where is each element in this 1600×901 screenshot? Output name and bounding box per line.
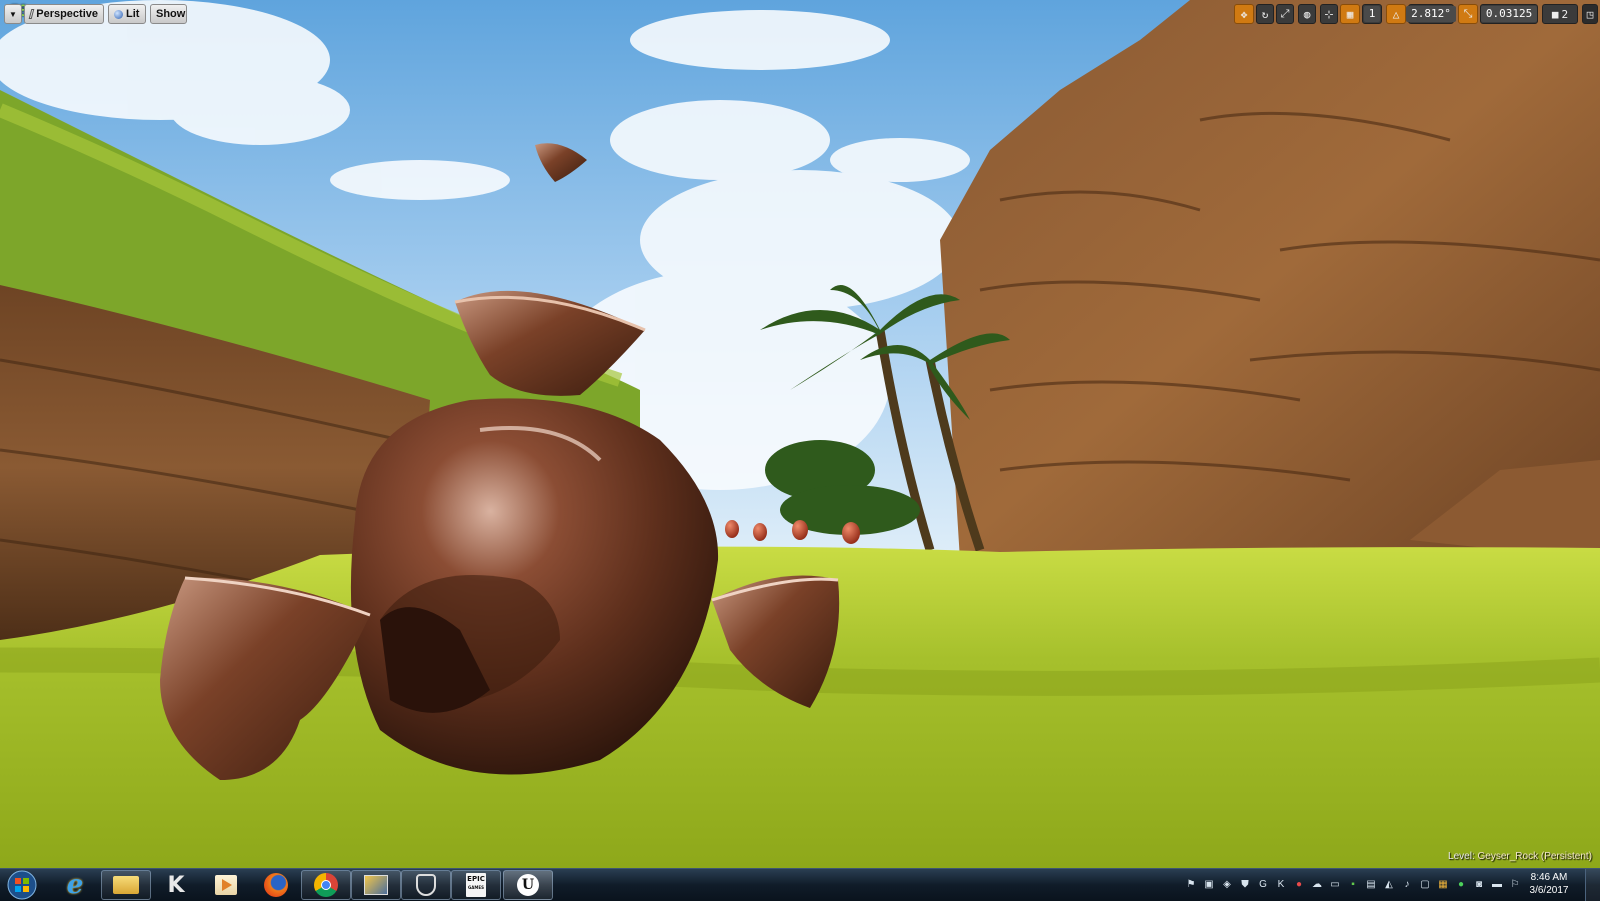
clock-time: 8:46 AM — [1530, 872, 1568, 883]
scale-snap-icon: ⤡ — [1463, 7, 1473, 20]
windows-start-icon — [7, 870, 37, 900]
chevron-down-icon: ▼ — [9, 9, 17, 19]
move-arrows-icon: ✥ — [1240, 7, 1248, 21]
unreal-engine-icon: U — [517, 874, 539, 896]
viewport-options-button[interactable]: ▼ — [4, 4, 22, 24]
tray-green-icon[interactable]: ▪ — [1346, 877, 1360, 891]
perspective-icon — [28, 9, 35, 19]
volume-icon[interactable]: ♪ — [1400, 877, 1414, 891]
translate-mode-button[interactable]: ✥ — [1234, 4, 1254, 24]
tray-status-icon[interactable]: ● — [1454, 877, 1468, 891]
taskbar-app-chrome[interactable] — [301, 870, 351, 900]
clock-date: 3/6/2017 — [1529, 885, 1569, 896]
tray-app-icon[interactable]: ▣ — [1202, 877, 1216, 891]
scale-snap-value[interactable]: 0.03125 — [1480, 4, 1538, 24]
surface-snap-button[interactable]: ⊹ — [1320, 4, 1338, 24]
show-desktop-button[interactable] — [1585, 869, 1600, 901]
maximize-viewport-button[interactable]: ◳ — [1582, 4, 1598, 24]
taskbar-app-epic-games[interactable]: EPIC GAMES — [451, 870, 501, 900]
taskbar-clock[interactable]: 8:46 AM 3/6/2017 — [1520, 871, 1578, 897]
perspective-view-button[interactable]: Perspective — [24, 4, 104, 24]
level-name: Geyser_Rock (Persistent) — [1477, 851, 1592, 862]
scale-mode-button[interactable]: ⤢ — [1276, 4, 1294, 24]
folder-icon — [113, 876, 139, 894]
k-app-icon: K — [167, 872, 185, 898]
angle-icon: △ — [1392, 7, 1400, 21]
taskbar-app-firefox[interactable] — [251, 870, 301, 900]
taskbar-app-media-player[interactable] — [201, 870, 251, 900]
tray-red-app-icon[interactable]: ● — [1292, 877, 1306, 891]
firefox-icon — [264, 873, 288, 897]
view-mode-label: Perspective — [36, 8, 98, 20]
level-viewport[interactable]: 58 ▼ Perspective Lit Show ✥ ↻ ⤢ ◍ ⊹ ▦ 1 … — [0, 0, 1600, 868]
tray-cloud-icon[interactable]: ☁ — [1310, 877, 1324, 891]
lighting-mode-label: Lit — [126, 8, 140, 20]
grid-snap-toggle[interactable]: ▦ — [1340, 4, 1360, 24]
maximize-icon: ◳ — [1586, 7, 1594, 21]
rotate-mode-button[interactable]: ↻ — [1256, 4, 1274, 24]
taskbar-app-image[interactable] — [351, 870, 401, 900]
epic-games-icon: EPIC GAMES — [466, 873, 486, 897]
taskbar-app-k[interactable]: K — [151, 870, 201, 900]
lit-mode-button[interactable]: Lit — [108, 4, 146, 24]
tray-grid-icon[interactable]: ▦ — [1436, 877, 1450, 891]
image-app-icon — [364, 875, 388, 895]
camera-speed-button[interactable]: ■ 2 — [1542, 4, 1578, 24]
rotation-snap-value[interactable]: 2.812° — [1406, 4, 1456, 24]
rotation-snap-label: 2.812° — [1406, 6, 1456, 22]
lit-sphere-icon — [114, 9, 123, 19]
epic-logo-text: EPIC — [467, 875, 485, 883]
grid-snap-value[interactable]: 1 — [1362, 4, 1382, 24]
camera-speed-label: 2 — [1561, 7, 1569, 21]
tray-k-icon[interactable]: K — [1274, 877, 1288, 891]
camera-icon: ■ — [1551, 7, 1559, 21]
scale-snap-toggle[interactable]: ⤡ — [1458, 4, 1478, 24]
scale-icon: ⤢ — [1280, 7, 1290, 20]
media-player-icon — [215, 875, 237, 895]
taskbar-app-gamer[interactable] — [401, 870, 451, 900]
show-label: Show — [156, 8, 186, 20]
windows-taskbar: e K EPIC GAMES U ⚑ ▣ ◈ ⛊ G K ● ☁ ▭ ▪ ▤ ◭… — [0, 868, 1600, 901]
grid-icon: ▦ — [1346, 7, 1354, 21]
viewport-scene[interactable] — [0, 0, 1600, 868]
tray-wifi-icon[interactable]: ◭ — [1382, 877, 1396, 891]
tray-flag-icon[interactable]: ⚑ — [1184, 877, 1198, 891]
tray-monitor-icon[interactable]: ▢ — [1418, 877, 1432, 891]
ie-icon: e — [66, 870, 84, 900]
tray-security-icon[interactable]: ⛊ — [1238, 877, 1252, 891]
taskbar-app-explorer[interactable] — [101, 870, 151, 900]
surface-snap-icon: ⊹ — [1324, 7, 1334, 21]
level-indicator: Level: Geyser_Rock (Persistent) — [1448, 851, 1592, 862]
world-local-toggle[interactable]: ◍ — [1298, 4, 1316, 24]
show-flags-button[interactable]: Show — [150, 4, 187, 24]
grid-snap-label: 1 — [1363, 6, 1381, 22]
gamer-app-icon — [416, 874, 436, 896]
rotate-icon: ↻ — [1261, 7, 1269, 21]
rotation-snap-toggle[interactable]: △ — [1386, 4, 1406, 24]
scale-snap-label: 0.03125 — [1480, 6, 1538, 22]
tray-network-icon[interactable]: ▤ — [1364, 877, 1378, 891]
taskbar-app-ie[interactable]: e — [50, 870, 100, 900]
tray-shield-icon[interactable]: ◈ — [1220, 877, 1234, 891]
chrome-icon — [314, 873, 338, 897]
tray-usb-icon[interactable]: ▬ — [1490, 877, 1504, 891]
start-button[interactable] — [0, 870, 44, 900]
tray-g-icon[interactable]: G — [1256, 877, 1270, 891]
level-label: Level: — [1448, 851, 1475, 862]
tray-remote-icon[interactable]: ◙ — [1472, 877, 1486, 891]
games-logo-text: GAMES — [468, 885, 484, 890]
tray-display-icon[interactable]: ▭ — [1328, 877, 1342, 891]
globe-icon: ◍ — [1303, 7, 1311, 21]
taskbar-app-unreal-editor[interactable]: U — [503, 870, 553, 900]
